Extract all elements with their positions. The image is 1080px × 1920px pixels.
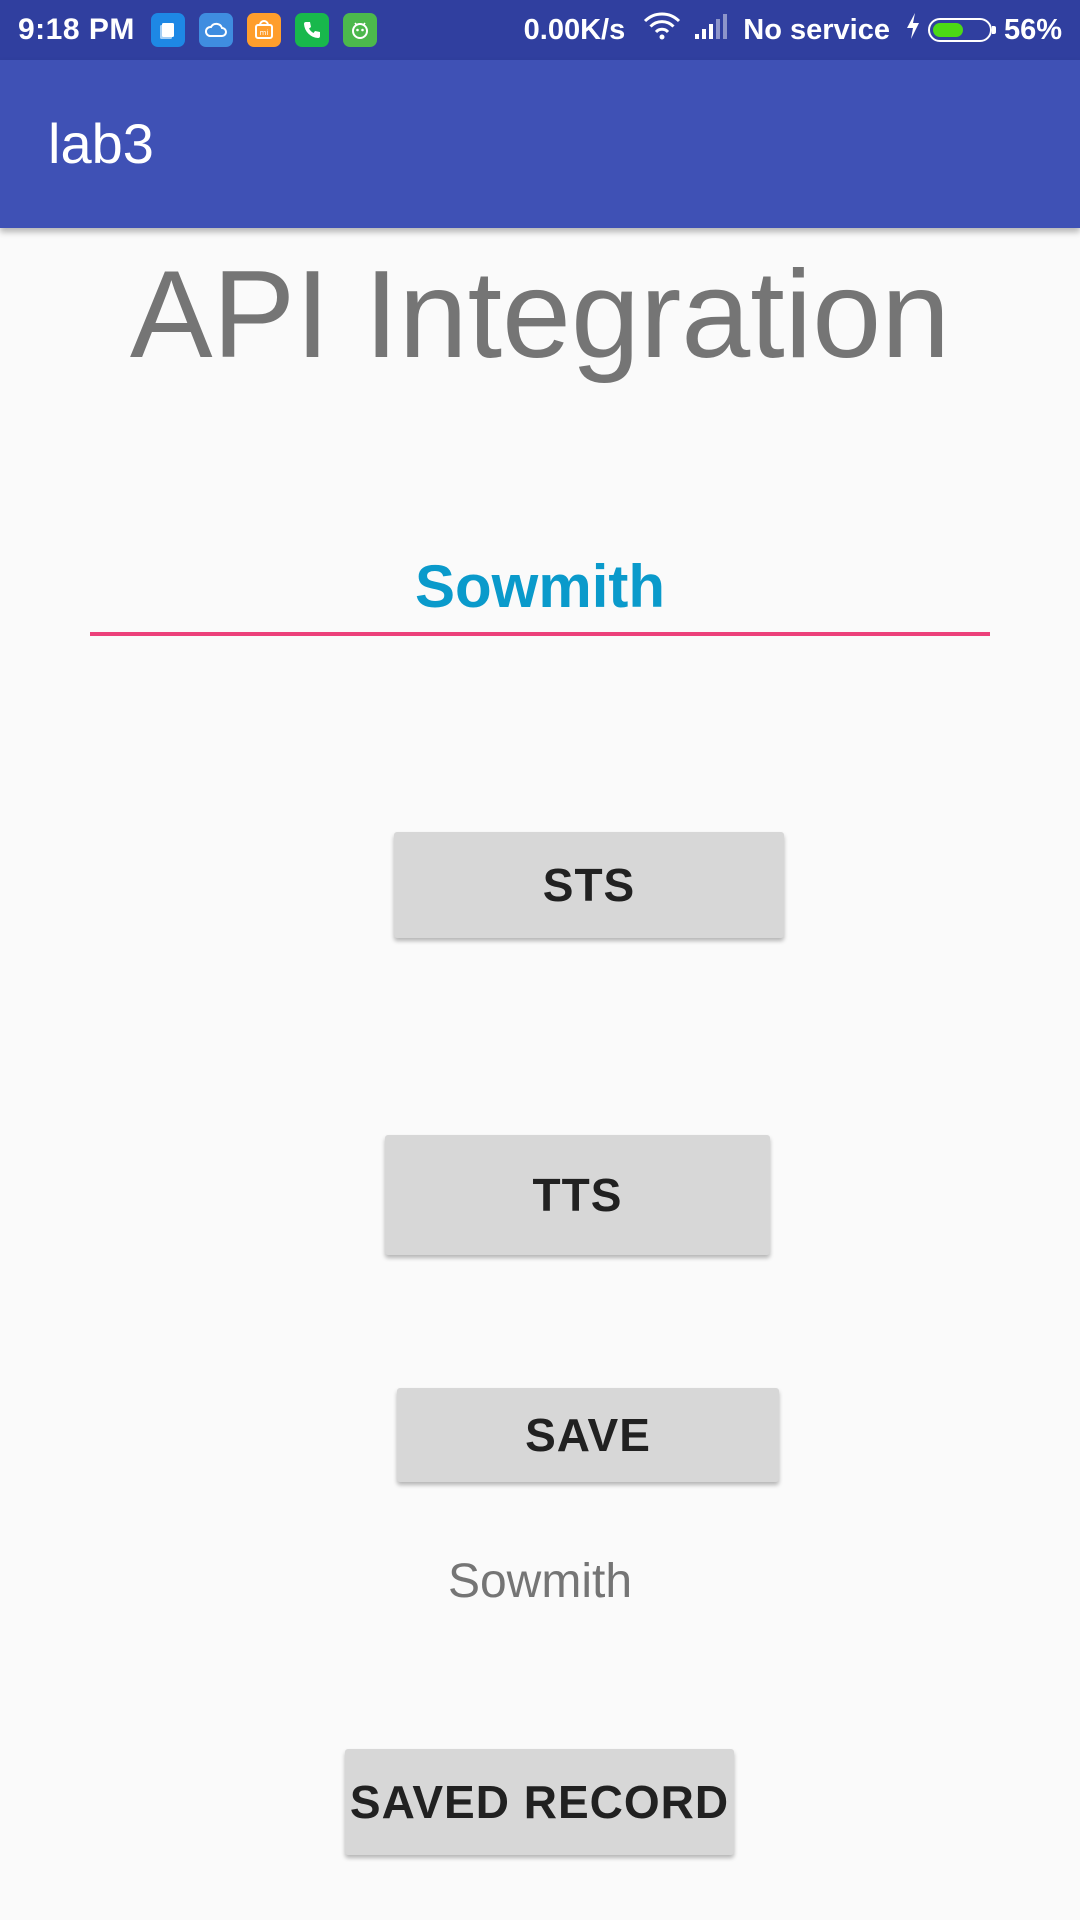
save-button[interactable]: SAVE <box>397 1388 779 1482</box>
saved-record-button[interactable]: SAVED RECORD <box>345 1749 734 1855</box>
signal-icon <box>693 12 729 48</box>
cloud-icon <box>198 13 233 47</box>
file-manager-icon <box>150 13 185 47</box>
network-speed: 0.00K/s <box>523 13 626 46</box>
sts-button[interactable]: STS <box>394 832 784 938</box>
page-heading: API Integration <box>129 246 951 384</box>
phone-icon <box>294 13 329 47</box>
status-time: 9:18 PM <box>18 13 135 46</box>
battery-tip <box>991 26 996 34</box>
status-bar-right: 0.00K/s No service 56% <box>524 0 1062 60</box>
status-bar-left: 9:18 PM mi <box>18 0 391 60</box>
app-title: lab3 <box>48 112 154 175</box>
battery-percent: 56% <box>1003 13 1062 46</box>
saved-value-text: Sowmith <box>447 1555 633 1608</box>
tts-button[interactable]: TTS <box>385 1135 770 1255</box>
android-robot-icon <box>342 13 377 47</box>
battery-icon <box>927 18 996 42</box>
svg-text:mi: mi <box>260 29 269 37</box>
status-bar: 9:18 PM mi 0.00K/s No service 56% <box>0 0 1080 60</box>
charging-icon <box>904 11 922 49</box>
app-bar: lab3 <box>0 60 1080 228</box>
service-status: No service <box>743 13 890 46</box>
name-input[interactable] <box>90 540 990 636</box>
battery-level <box>932 23 963 37</box>
mi-store-icon: mi <box>246 13 281 47</box>
wifi-icon <box>643 11 681 49</box>
